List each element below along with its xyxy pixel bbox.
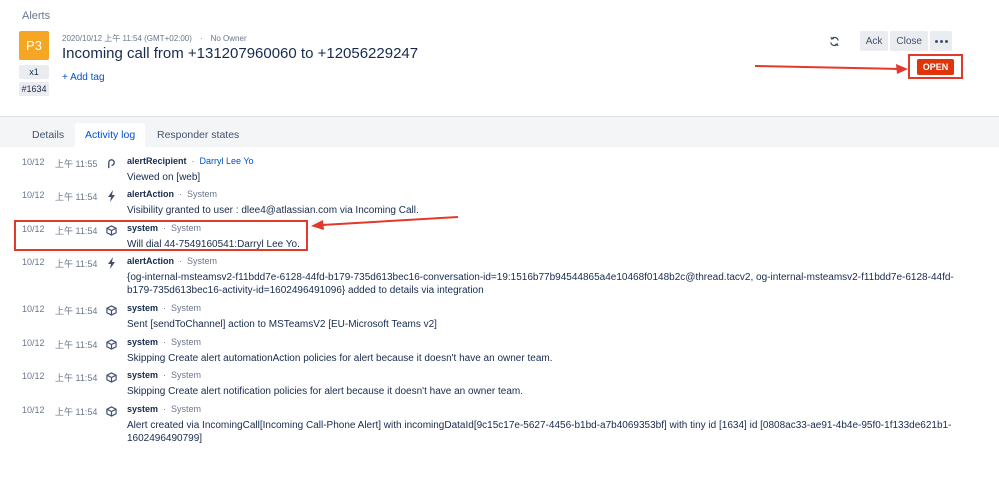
log-time: 上午 11:55 xyxy=(55,159,98,169)
status-highlight: OPEN xyxy=(908,54,963,79)
log-actor: System xyxy=(171,370,202,380)
log-body: Visibility granted to user : dlee4@atlas… xyxy=(127,205,419,216)
log-separator: · xyxy=(163,337,167,347)
log-date: 10/12 xyxy=(22,371,45,381)
log-kind: alertRecipient xyxy=(127,156,187,166)
log-separator: · xyxy=(179,189,183,199)
cube-icon xyxy=(105,405,117,417)
log-separator: · xyxy=(163,303,167,313)
annotation-arrow-status xyxy=(754,64,908,74)
log-kind: system xyxy=(127,370,159,380)
more-actions-icon[interactable] xyxy=(930,31,952,51)
log-date: 10/12 xyxy=(22,338,45,348)
log-time: 上午 11:54 xyxy=(55,407,98,417)
bolt-icon xyxy=(105,257,117,269)
tab-bar: Details Activity log Responder states xyxy=(0,116,999,147)
log-body: Viewed on [web] xyxy=(127,172,201,183)
log-separator: · xyxy=(163,404,167,414)
ack-button[interactable]: Ack xyxy=(859,31,889,51)
priority-badge: P3 xyxy=(19,31,49,60)
annotation-arrow-log xyxy=(311,216,459,230)
log-date: 10/12 xyxy=(22,157,45,167)
cube-icon xyxy=(105,371,117,383)
log-header: alertRecipient · Darryl Lee Yo xyxy=(127,156,254,166)
header-actions: Ack Close xyxy=(824,31,952,51)
owner-label: No Owner xyxy=(210,34,247,43)
log-date: 10/12 xyxy=(22,257,45,267)
log-actor-link[interactable]: Darryl Lee Yo xyxy=(200,156,254,166)
log-date: 10/12 xyxy=(22,304,45,314)
log-header: system · System xyxy=(127,404,201,414)
tiny-id-badge: #1634 xyxy=(19,82,49,96)
cube-icon xyxy=(105,304,117,316)
tab-responder-states[interactable]: Responder states xyxy=(157,123,239,147)
count-badge: x1 xyxy=(19,65,49,79)
log-time: 上午 11:54 xyxy=(55,306,98,316)
log-body: Alert created via IncomingCall[Incoming … xyxy=(127,420,952,444)
add-tag-link[interactable]: + Add tag xyxy=(62,72,105,83)
tab-details[interactable]: Details xyxy=(32,123,64,147)
log-kind: alertAction xyxy=(127,189,175,199)
log-time: 上午 11:54 xyxy=(55,259,98,269)
log-body: Sent [sendToChannel] action to MSTeamsV2… xyxy=(127,319,437,330)
log-actor: System xyxy=(171,303,202,313)
log-separator: · xyxy=(163,370,167,380)
log-kind: system xyxy=(127,404,159,414)
log-actor: System xyxy=(171,337,202,347)
log-kind: system xyxy=(127,303,159,313)
log-actor: System xyxy=(171,404,202,414)
log-body: Skipping Create alert notification polic… xyxy=(127,386,524,397)
log-body: Skipping Create alert automationAction p… xyxy=(127,353,553,364)
log-body: {og-internal-msteamsv2-f11bdd7e-6128-44f… xyxy=(127,272,954,296)
log-separator: · xyxy=(179,256,183,266)
log-header: system · System xyxy=(127,303,201,313)
log-actor: System xyxy=(187,256,218,266)
log-header: alertAction · System xyxy=(127,189,217,199)
log-date: 10/12 xyxy=(22,405,45,415)
log-time: 上午 11:54 xyxy=(55,340,98,350)
meta-separator: · xyxy=(199,34,203,43)
created-timestamp: 2020/10/12 上午 11:54 (GMT+02:00) xyxy=(62,34,192,43)
log-time: 上午 11:54 xyxy=(55,192,98,202)
log-header: system · System xyxy=(127,370,201,380)
log-entry-highlight xyxy=(14,220,308,251)
breadcrumb[interactable]: Alerts xyxy=(22,10,50,22)
cube-icon xyxy=(105,338,117,350)
log-header: system · System xyxy=(127,337,201,347)
close-button[interactable]: Close xyxy=(890,31,928,51)
status-badge: OPEN xyxy=(916,58,955,75)
log-time: 上午 11:54 xyxy=(55,373,98,383)
log-date: 10/12 xyxy=(22,190,45,200)
log-kind: alertAction xyxy=(127,256,175,266)
recipient-icon xyxy=(105,157,117,169)
log-separator: · xyxy=(191,156,195,166)
tab-activity-log[interactable]: Activity log xyxy=(75,123,146,147)
log-kind: system xyxy=(127,337,159,347)
log-header: alertAction · System xyxy=(127,256,217,266)
refresh-icon[interactable] xyxy=(824,31,846,51)
page-title: Incoming call from +131207960060 to +120… xyxy=(62,45,419,62)
bolt-icon xyxy=(105,190,117,202)
alert-meta: 2020/10/12 上午 11:54 (GMT+02:00) · No Owner xyxy=(62,33,247,44)
log-actor: System xyxy=(187,189,218,199)
